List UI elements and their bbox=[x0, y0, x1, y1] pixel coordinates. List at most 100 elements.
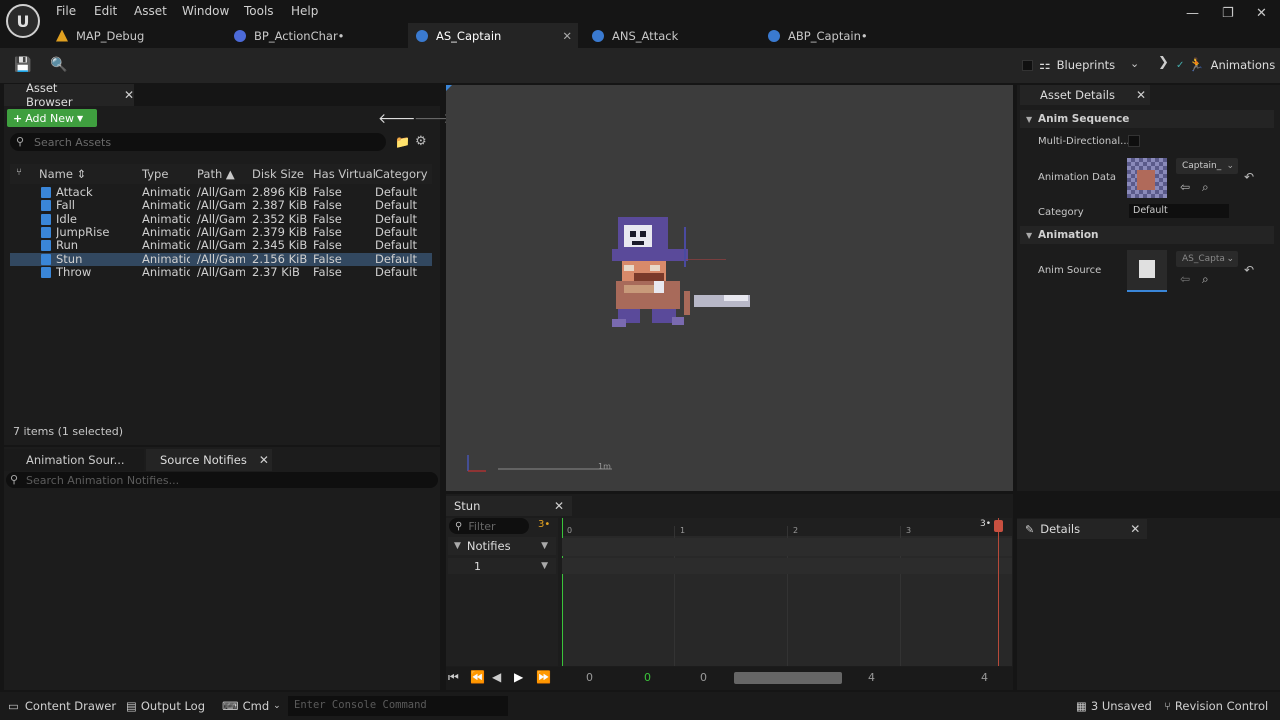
column-has-virtual[interactable]: Has Virtual bbox=[313, 167, 375, 181]
view-end[interactable]: 4 bbox=[868, 671, 875, 684]
content-drawer-button[interactable]: ▭ Content Drawer bbox=[8, 699, 116, 713]
close-window-icon[interactable]: ✕ bbox=[1256, 6, 1267, 21]
timeline-filter-input[interactable]: ⚲ Filter bbox=[449, 518, 529, 534]
back-arrow-icon[interactable]: 🡐 bbox=[378, 110, 416, 127]
tab-as-captain[interactable]: AS_Captain ✕ bbox=[408, 23, 578, 48]
timeline-scrollbar[interactable] bbox=[734, 672, 842, 684]
menu-help[interactable]: Help bbox=[289, 3, 320, 19]
close-icon[interactable]: ✕ bbox=[1136, 88, 1146, 102]
output-log-button[interactable]: ▤ Output Log bbox=[126, 699, 205, 713]
column-disk-size[interactable]: Disk Size bbox=[252, 167, 304, 181]
column-name[interactable]: Name ⇕ bbox=[39, 167, 86, 181]
asset-browser-title: Asset Browser bbox=[26, 81, 73, 109]
reset-icon[interactable]: ↶ bbox=[1244, 263, 1254, 277]
reset-icon[interactable]: ↶ bbox=[1244, 170, 1254, 184]
section-anim-sequence[interactable]: ▼ Anim Sequence bbox=[1020, 110, 1274, 128]
use-selected-icon[interactable]: ⇦ bbox=[1180, 180, 1190, 194]
ruler-mark-2: 2 bbox=[793, 526, 799, 535]
search-notifies-input[interactable]: ⚲ Search Animation Notifies... bbox=[6, 472, 438, 488]
browse-asset-icon[interactable]: ⌕ bbox=[1202, 272, 1209, 287]
animation-data-dropdown[interactable]: Captain_ ⌄ bbox=[1176, 158, 1238, 174]
use-selected-icon[interactable]: ⇦ bbox=[1180, 272, 1190, 286]
menu-edit[interactable]: Edit bbox=[92, 3, 119, 19]
notifies-track[interactable]: ▼ Notifies ▼ bbox=[448, 537, 556, 555]
toolbar: 💾 🔍 ⚏ Blueprints ⌄ ❯ ✓ 🏃 Animations bbox=[0, 48, 1280, 83]
revision-control-button[interactable]: ⑂ Revision Control bbox=[1164, 699, 1268, 713]
gear-icon[interactable]: ⚙ bbox=[415, 134, 427, 149]
search-assets-input[interactable]: ⚲ Search Assets bbox=[10, 133, 386, 151]
cmd-dropdown[interactable]: ⌨ Cmd ⌄ bbox=[222, 699, 281, 713]
anim-sequence-icon bbox=[41, 253, 51, 265]
menu-tools[interactable]: Tools bbox=[242, 3, 276, 19]
table-row[interactable]: JumpRise Animatio/All/Gam 2.379 KiB False De… bbox=[10, 225, 432, 239]
details-tab[interactable]: ✎ Details ✕ bbox=[1017, 519, 1147, 539]
maximize-icon[interactable]: ❐ bbox=[1222, 6, 1234, 21]
blueprints-mode-button[interactable]: ⚏ Blueprints bbox=[1022, 56, 1115, 74]
timeline-tab[interactable]: Stun ✕ bbox=[446, 496, 572, 516]
menu-file[interactable]: File bbox=[54, 3, 78, 19]
filter-count: 3• bbox=[538, 519, 551, 530]
minimize-icon[interactable]: — bbox=[1186, 6, 1199, 21]
notify-row-1[interactable] bbox=[562, 558, 1012, 574]
range-end[interactable]: 4 bbox=[981, 671, 988, 684]
table-row[interactable]: Idle Animatio/All/Gam 2.352 KiB False Defaul… bbox=[10, 212, 432, 226]
table-row[interactable]: Stun Animatio/All/Gam 2.156 KiB False Defaul… bbox=[10, 252, 432, 266]
tab-abp-captain[interactable]: ABP_Captain• bbox=[760, 23, 930, 48]
chevron-down-icon[interactable]: ⌄ bbox=[1130, 57, 1139, 70]
menu-window[interactable]: Window bbox=[180, 3, 231, 19]
browse-asset-icon[interactable]: ⌕ bbox=[1202, 180, 1209, 195]
close-icon[interactable]: ✕ bbox=[554, 499, 564, 513]
caret-down-icon[interactable]: ▼ bbox=[541, 561, 548, 571]
playhead[interactable] bbox=[994, 520, 1003, 532]
animation-viewport[interactable]: 1m bbox=[446, 85, 1013, 491]
step-back-icon[interactable]: ⏪ bbox=[470, 670, 485, 684]
tab-source-notifies[interactable]: Source Notifies ✕ bbox=[146, 449, 272, 471]
console-command-input[interactable]: Enter Console Command bbox=[288, 696, 508, 716]
tab-ans-attack[interactable]: ANS_Attack bbox=[584, 23, 754, 48]
table-row[interactable]: Run Animatio/All/Gam 2.345 KiB False Default bbox=[10, 238, 432, 252]
tab-animation-source[interactable]: Animation Sour... bbox=[4, 449, 144, 471]
add-new-button[interactable]: + Add New ▼ bbox=[7, 109, 97, 127]
timeline-track-area[interactable]: 0 1 2 3 3• bbox=[562, 518, 1012, 666]
animation-data-thumbnail[interactable] bbox=[1127, 158, 1167, 198]
close-icon[interactable]: ✕ bbox=[259, 453, 269, 467]
tab-map-debug[interactable]: MAP_Debug bbox=[56, 23, 226, 48]
section-animation[interactable]: ▼ Animation bbox=[1020, 226, 1274, 244]
cell-virtual: False bbox=[313, 198, 342, 213]
blueprints-label: Blueprints bbox=[1056, 58, 1116, 72]
play-start[interactable]: 0 bbox=[644, 671, 651, 684]
asset-browser-tab[interactable]: Asset Browser ✕ bbox=[4, 81, 134, 109]
skip-to-start-icon[interactable]: ⏮ bbox=[448, 670, 459, 685]
caret-down-icon[interactable]: ▼ bbox=[541, 541, 548, 551]
range-start[interactable]: 0 bbox=[586, 671, 593, 684]
play-icon[interactable]: ▶ bbox=[514, 670, 523, 684]
table-row[interactable]: Throw Animatio/All/Gam 2.37 KiB False Defaul… bbox=[10, 265, 432, 279]
anim-source-thumbnail[interactable] bbox=[1127, 250, 1167, 292]
animations-mode-button[interactable]: ✓ 🏃 Animations bbox=[1176, 56, 1275, 74]
category-input[interactable]: Default bbox=[1129, 204, 1229, 218]
step-forward-icon[interactable]: ⏩ bbox=[536, 670, 551, 684]
multi-directional-checkbox[interactable] bbox=[1128, 135, 1140, 147]
close-icon[interactable]: ✕ bbox=[1130, 522, 1140, 536]
column-type[interactable]: Type bbox=[142, 167, 168, 181]
table-row[interactable]: Attack Animatio/All/Gam 2.896 KiB False Defa… bbox=[10, 185, 432, 199]
close-icon[interactable]: ✕ bbox=[124, 88, 134, 102]
tab-bp-actionchar[interactable]: BP_ActionChar• bbox=[234, 23, 404, 48]
unsaved-button[interactable]: ▦ 3 Unsaved bbox=[1076, 699, 1152, 713]
column-options-icon[interactable]: ⑂ bbox=[16, 167, 22, 178]
browse-icon[interactable]: 🔍 bbox=[50, 57, 67, 73]
folder-icon[interactable]: 📁 bbox=[395, 135, 410, 149]
unreal-logo-icon[interactable]: U bbox=[6, 4, 40, 38]
asset-details-tab[interactable]: Asset Details ✕ bbox=[1020, 85, 1150, 105]
menu-asset[interactable]: Asset bbox=[132, 3, 169, 19]
notify-track-1[interactable]: 1 ▼ bbox=[448, 558, 556, 574]
play-reverse-icon[interactable]: ◀ bbox=[492, 670, 501, 684]
view-start[interactable]: 0 bbox=[700, 671, 707, 684]
column-category[interactable]: Category bbox=[375, 167, 428, 181]
table-row[interactable]: Fall Animatio/All/Gam 2.387 KiB False Defaul… bbox=[10, 198, 432, 213]
column-path[interactable]: Path ▲ bbox=[197, 167, 235, 181]
save-icon[interactable]: 💾 bbox=[14, 57, 31, 73]
anim-source-dropdown[interactable]: AS_Capta ⌄ bbox=[1176, 251, 1238, 267]
caret-down-icon: ▼ bbox=[77, 113, 84, 123]
close-tab-icon[interactable]: ✕ bbox=[562, 29, 572, 43]
